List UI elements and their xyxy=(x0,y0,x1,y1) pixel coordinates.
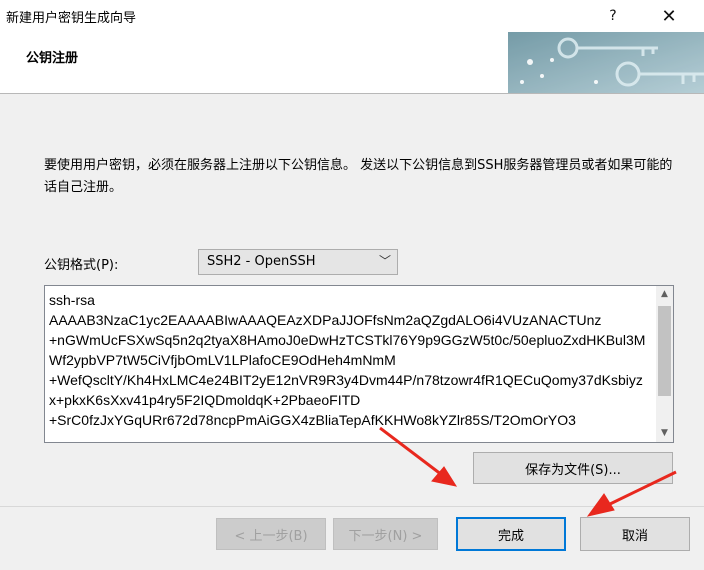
annotation-arrows xyxy=(379,426,677,517)
annotation-arrow-head xyxy=(586,493,615,517)
annotation-arrow-line xyxy=(379,426,447,480)
annotation-arrow-line xyxy=(609,470,677,506)
wizard-window: 新建用户密钥生成向导 ? ✕ 公钥注册 要使用用户密钥，必须在服务器上注册以下公… xyxy=(0,0,704,570)
